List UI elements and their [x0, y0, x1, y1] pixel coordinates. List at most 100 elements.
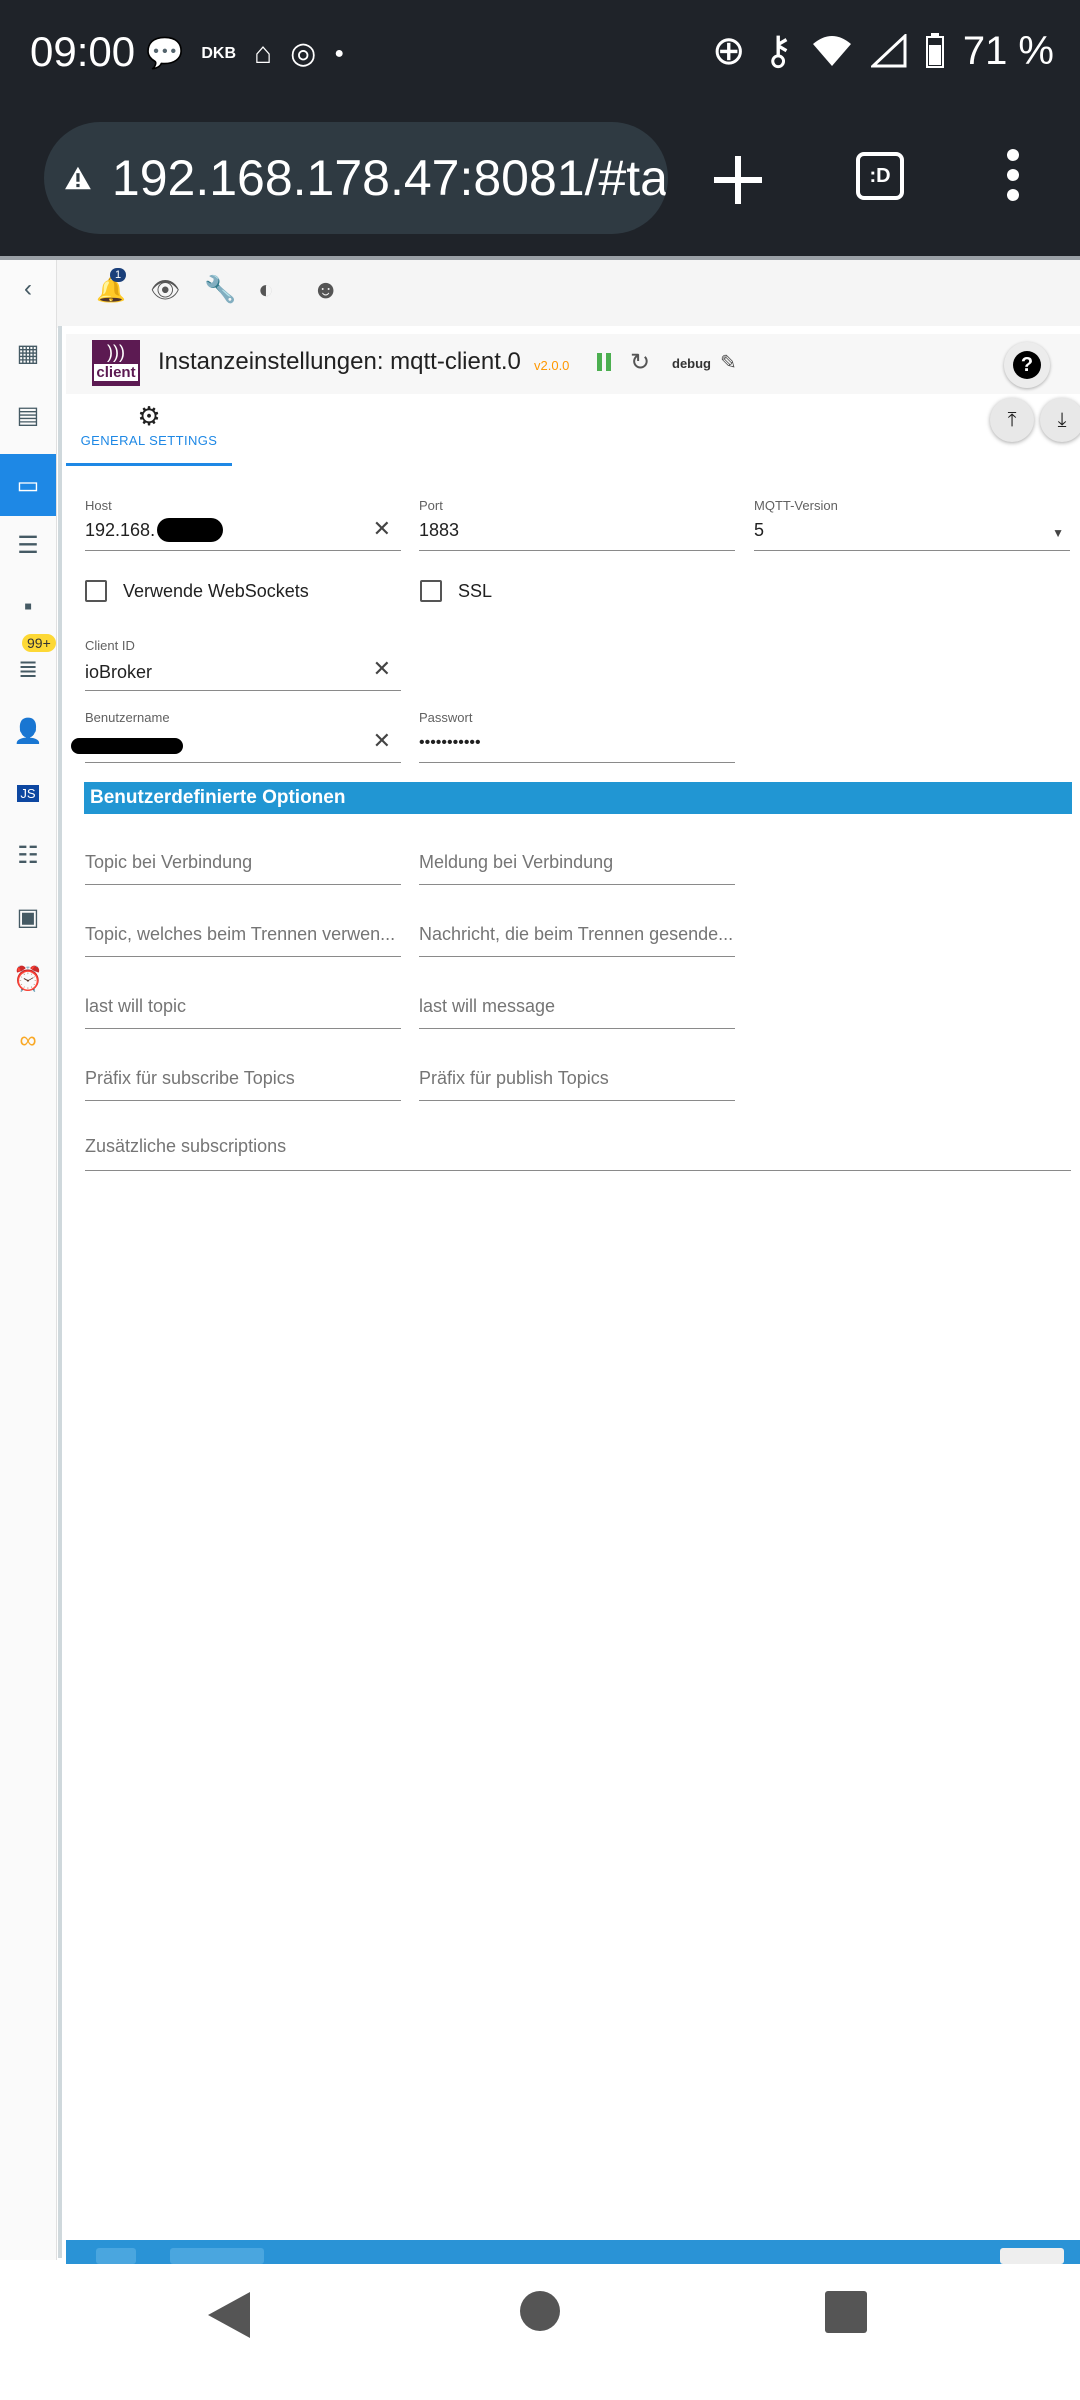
- javascript-icon: JS: [17, 784, 39, 802]
- clear-icon[interactable]: ✕: [373, 516, 391, 542]
- url-text[interactable]: 192.168.178.47:8081/#ta: [112, 149, 668, 207]
- client-id-field[interactable]: ioBroker ✕: [85, 656, 401, 691]
- save-button[interactable]: [96, 2248, 136, 2264]
- message-disconnect-field[interactable]: Nachricht, die beim Trennen gesende...: [419, 924, 735, 957]
- wifi-waves-icon: ))): [107, 342, 125, 362]
- message-connect-placeholder: Meldung bei Verbindung: [419, 852, 614, 872]
- topic-disconnect-placeholder: Topic, welches beim Trennen verwen...: [85, 924, 396, 944]
- url-bar[interactable]: 192.168.178.47:8081/#ta: [44, 122, 668, 234]
- sidebar-item-rings[interactable]: ∞: [0, 1012, 56, 1070]
- vpn-key-icon: ⚷: [763, 29, 793, 73]
- notifications-button[interactable]: 🔔 1: [96, 268, 127, 305]
- save-close-button[interactable]: [170, 2248, 264, 2264]
- sidebar-item-backitup[interactable]: ⏰: [0, 950, 56, 1008]
- brightness-icon[interactable]: ◐: [258, 274, 274, 305]
- checkbox-icon[interactable]: [420, 580, 442, 602]
- lastwill-topic-field[interactable]: last will topic: [85, 996, 401, 1029]
- eye-icon[interactable]: 👁: [150, 276, 180, 305]
- clear-icon[interactable]: ✕: [373, 656, 391, 682]
- version-label: v2.0.0: [534, 358, 570, 373]
- port-label: Port: [419, 498, 443, 513]
- prefix-publish-placeholder: Präfix für publish Topics: [419, 1068, 609, 1088]
- instances-icon: ▭: [16, 471, 40, 499]
- topic-disconnect-field[interactable]: Topic, welches beim Trennen verwen...: [85, 924, 401, 957]
- sidebar-item-files[interactable]: ▣: [0, 888, 56, 946]
- files-icon: ▣: [16, 903, 40, 931]
- gear-icon: ⚙: [137, 401, 161, 431]
- back-button[interactable]: [206, 2290, 252, 2345]
- host-label: Host: [85, 498, 112, 513]
- host-value: 192.168.: [85, 520, 156, 540]
- websockets-label: Verwende WebSockets: [123, 580, 309, 601]
- notification-icons: 💬 DKB ⌂ ◎ ●: [146, 36, 344, 71]
- prefix-subscribe-field[interactable]: Präfix für subscribe Topics: [85, 1068, 401, 1101]
- wheel-icon: ◎: [290, 37, 317, 70]
- username-label: Benutzername: [85, 710, 170, 725]
- chat-bubble-icon: 💬: [146, 37, 184, 70]
- tab-indicator: [66, 463, 232, 466]
- pencil-icon: ✎: [720, 352, 737, 374]
- message-disconnect-placeholder: Nachricht, die beim Trennen gesende...: [419, 924, 734, 944]
- system-icons: ⊕ ⚷ 71 %: [712, 28, 1054, 74]
- username-field[interactable]: ✕: [71, 728, 401, 763]
- ssl-checkbox[interactable]: SSL: [420, 580, 492, 602]
- additional-subscriptions-field[interactable]: Zusätzliche subscriptions: [85, 1136, 1071, 1171]
- sidebar-item-scripts[interactable]: JS: [0, 764, 56, 822]
- browser-menu-button[interactable]: [1006, 148, 1020, 207]
- password-field[interactable]: •••••••••••: [419, 728, 735, 763]
- topic-connect-field[interactable]: Topic bei Verbindung: [85, 852, 401, 885]
- redaction-blob: [71, 738, 183, 754]
- section-header: Benutzerdefinierte Optionen: [84, 782, 1072, 814]
- tab-switcher-button[interactable]: :D: [856, 152, 904, 200]
- sidebar-item-objects[interactable]: ☰: [0, 516, 56, 574]
- username-value: [85, 728, 401, 734]
- pause-icon: [597, 353, 611, 371]
- edit-log-level-button[interactable]: ✎: [720, 350, 737, 375]
- battery-icon: [925, 33, 944, 68]
- download-config-button[interactable]: ⤓: [1040, 398, 1080, 442]
- port-value: 1883: [419, 520, 460, 540]
- password-value: •••••••••••: [419, 734, 481, 751]
- data-saver-icon: ⊕: [712, 29, 746, 73]
- checkbox-icon[interactable]: [85, 580, 107, 602]
- sidebar-item-adapters[interactable]: ▤: [0, 386, 56, 444]
- home-button[interactable]: [519, 2290, 561, 2337]
- sidebar-item-logs[interactable]: ≣ 99+: [0, 634, 56, 698]
- pause-button[interactable]: [596, 352, 612, 377]
- sidebar-item-intro[interactable]: ▦: [0, 324, 56, 382]
- recents-button[interactable]: [824, 2290, 868, 2339]
- websockets-checkbox[interactable]: Verwende WebSockets: [85, 580, 309, 602]
- wifi-icon: [812, 36, 851, 66]
- host-field[interactable]: 192.168. ✕: [85, 516, 401, 551]
- help-button[interactable]: ?: [1004, 342, 1050, 388]
- expert-mode-icon[interactable]: ☻: [312, 274, 339, 305]
- status-bar: 09:00 💬 DKB ⌂ ◎ ● ⊕ ⚷ 71 %: [0, 0, 1080, 118]
- port-field[interactable]: 1883: [419, 516, 735, 551]
- enums-icon: ▪: [23, 593, 33, 620]
- close-button[interactable]: [1000, 2248, 1064, 2264]
- sidebar-item-instances[interactable]: ▭: [0, 454, 56, 516]
- restart-button[interactable]: ↻: [630, 348, 650, 377]
- new-tab-button[interactable]: [712, 142, 764, 222]
- log-icon: ≣: [17, 655, 39, 683]
- tab-general-settings[interactable]: ⚙ GENERAL SETTINGS: [66, 400, 232, 466]
- warning-icon[interactable]: [64, 155, 92, 201]
- redaction-blob: [157, 518, 223, 542]
- message-connect-field[interactable]: Meldung bei Verbindung: [419, 852, 735, 885]
- prefix-publish-field[interactable]: Präfix für publish Topics: [419, 1068, 735, 1101]
- client-id-label: Client ID: [85, 638, 135, 653]
- sidebar-collapse-button[interactable]: ‹: [0, 260, 56, 318]
- signal-icon: [870, 34, 907, 68]
- log-level[interactable]: debug: [672, 356, 711, 371]
- wrench-icon[interactable]: 🔧: [204, 274, 236, 305]
- upload-config-button[interactable]: ⤒: [990, 398, 1034, 442]
- battery-percent: 71 %: [962, 28, 1054, 73]
- instance-settings-dialog: [58, 326, 1080, 2258]
- clear-icon[interactable]: ✕: [373, 728, 391, 754]
- sidebar-item-enums[interactable]: ▪: [0, 578, 56, 636]
- mqtt-version-select[interactable]: 5 ▼: [754, 516, 1070, 551]
- sidebar-item-users[interactable]: 👤: [0, 702, 56, 760]
- status-time: 09:00: [30, 28, 136, 75]
- lastwill-message-field[interactable]: last will message: [419, 996, 735, 1029]
- sidebar-item-hosts[interactable]: ☷: [0, 826, 56, 884]
